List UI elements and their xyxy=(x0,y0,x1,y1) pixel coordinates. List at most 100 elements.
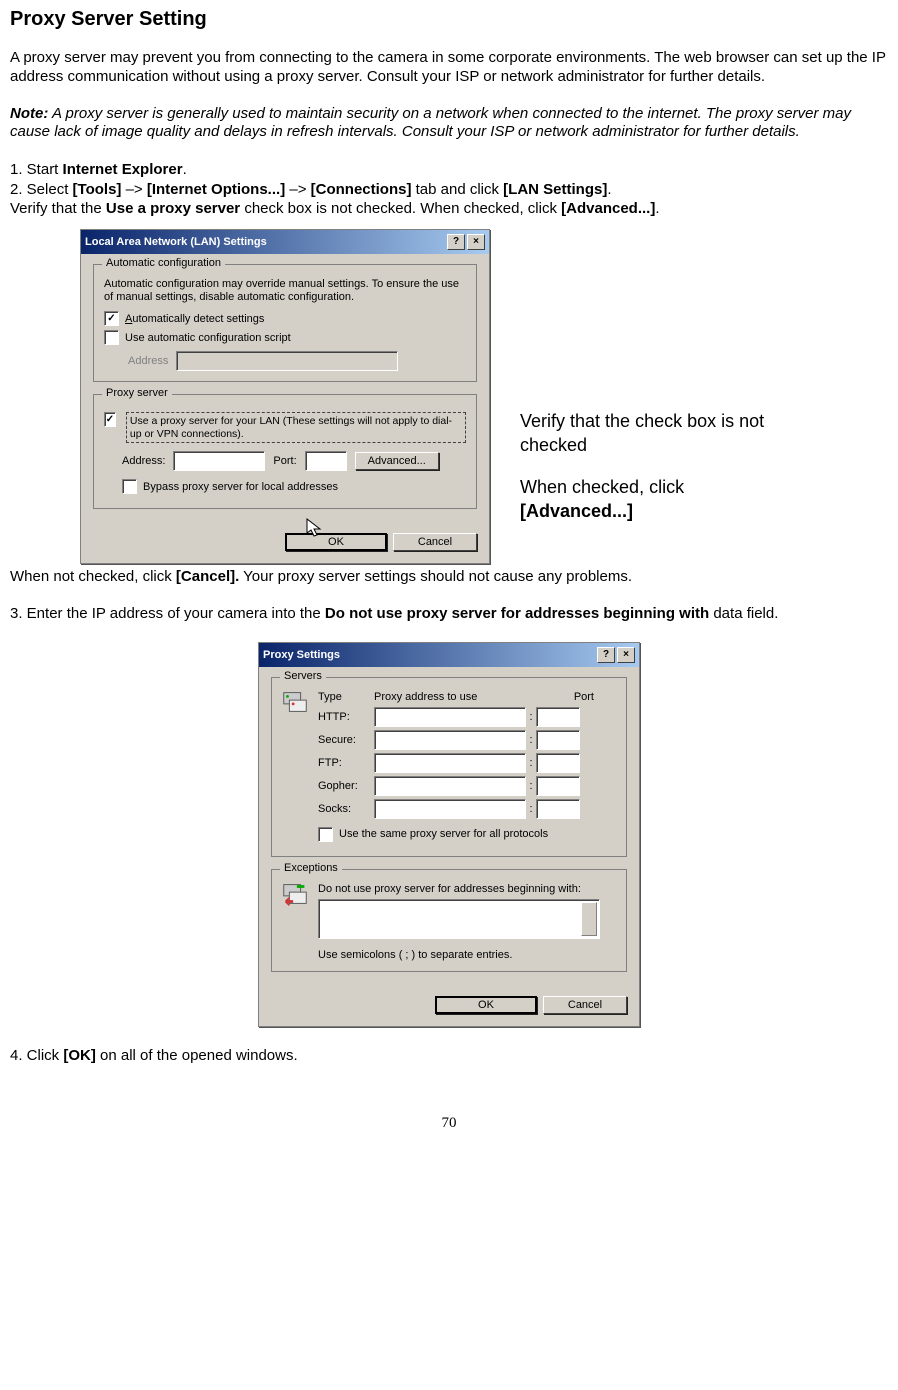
secure-address-input[interactable] xyxy=(374,730,526,750)
ok-button[interactable]: OK xyxy=(285,533,387,551)
step-2: 2. Select [Tools] –> [Internet Options..… xyxy=(10,180,888,200)
server-row-ftp: FTP: : xyxy=(318,753,616,773)
callout-2-b: [Advanced...] xyxy=(520,501,633,521)
step-4-a: 4. Click xyxy=(10,1047,63,1064)
step-4: 4. Click [OK] on all of the opened windo… xyxy=(10,1047,888,1066)
server-row-http: HTTP: : xyxy=(318,707,616,727)
callout-2: When checked, click [Advanced...] xyxy=(520,475,810,524)
step-2-verify: Verify that the Use a proxy server check… xyxy=(10,199,888,219)
step-2-b2: [Internet Options...] xyxy=(147,181,285,198)
help-button-2[interactable]: ? xyxy=(597,647,615,663)
cancel-button-2[interactable]: Cancel xyxy=(543,996,627,1014)
ftp-address-input[interactable] xyxy=(374,753,526,773)
socks-address-input[interactable] xyxy=(374,799,526,819)
exceptions-note: Use semicolons ( ; ) to separate entries… xyxy=(318,949,616,961)
close-button[interactable]: × xyxy=(467,234,485,250)
proxy-server-legend: Proxy server xyxy=(102,387,172,399)
step-2-c2: –> xyxy=(285,181,310,198)
dialog-titlebar: Local Area Network (LAN) Settings ? × xyxy=(81,230,489,254)
step-2-c3: tab and click xyxy=(411,181,503,198)
steps-block: 1. Start Internet Explorer. 2. Select [T… xyxy=(10,160,888,219)
step-1-pre: 1. Start xyxy=(10,161,63,178)
help-button[interactable]: ? xyxy=(447,234,465,250)
server-row-secure: Secure: : xyxy=(318,730,616,750)
head-port: Port xyxy=(544,691,594,703)
intro-paragraph: A proxy server may prevent you from conn… xyxy=(10,49,888,87)
note-body: A proxy server is generally used to main… xyxy=(10,105,851,141)
lan-settings-dialog: Local Area Network (LAN) Settings ? × Au… xyxy=(80,229,490,565)
after1-a: When not checked, click xyxy=(10,568,176,585)
step-2-c1: –> xyxy=(121,181,146,198)
cursor-icon xyxy=(305,517,325,539)
server-label-ftp: FTP: xyxy=(318,757,374,769)
secure-port-input[interactable] xyxy=(536,730,580,750)
dialog-title: Local Area Network (LAN) Settings xyxy=(85,236,445,248)
server-label-socks: Socks: xyxy=(318,803,374,815)
figure-1-callouts: Verify that the check box is not checked… xyxy=(520,409,810,524)
step-2-b3: [Connections] xyxy=(311,181,412,198)
autodetect-label: AAutomatically detect settingsutomatical… xyxy=(125,313,264,325)
exceptions-textarea[interactable] xyxy=(318,899,600,939)
after-fig1-text: When not checked, click [Cancel]. Your p… xyxy=(10,568,888,587)
proxy-settings-dialog: Proxy Settings ? × Servers Type Proxy ad… xyxy=(258,642,640,1027)
proxy-address-label: Address: xyxy=(122,455,165,467)
step-2v-c: check box is not checked. When checked, … xyxy=(240,200,561,217)
step-4-b: [OK] xyxy=(63,1047,96,1064)
step-3-a: 3. Enter the IP address of your camera i… xyxy=(10,605,325,622)
ftp-port-input[interactable] xyxy=(536,753,580,773)
bypass-local-label: Bypass proxy server for local addresses xyxy=(143,481,338,493)
close-button-2[interactable]: × xyxy=(617,647,635,663)
http-port-input[interactable] xyxy=(536,707,580,727)
figure-1-wrap: Local Area Network (LAN) Settings ? × Au… xyxy=(10,229,888,565)
step-1-post: . xyxy=(183,161,187,178)
exceptions-group: Exceptions Do not use proxy server for a… xyxy=(271,869,627,972)
exceptions-legend: Exceptions xyxy=(280,862,342,874)
head-addr: Proxy address to use xyxy=(374,691,544,703)
same-proxy-checkbox[interactable] xyxy=(318,827,333,842)
autoscript-address-input xyxy=(176,351,398,371)
server-row-gopher: Gopher: : xyxy=(318,776,616,796)
gopher-port-input[interactable] xyxy=(536,776,580,796)
step-4-c: on all of the opened windows. xyxy=(96,1047,298,1064)
step-2-b1: [Tools] xyxy=(73,181,122,198)
server-label-gopher: Gopher: xyxy=(318,780,374,792)
proxy-port-label: Port: xyxy=(273,455,296,467)
socks-port-input[interactable] xyxy=(536,799,580,819)
servers-icon xyxy=(280,687,310,717)
address-label: Address xyxy=(128,355,168,367)
step-2v-d: [Advanced...] xyxy=(561,200,655,217)
same-proxy-label: Use the same proxy server for all protoc… xyxy=(339,828,548,840)
autoscript-checkbox[interactable] xyxy=(104,330,119,345)
proxy-port-input[interactable] xyxy=(305,451,347,471)
step-1: 1. Start Internet Explorer. xyxy=(10,160,888,180)
bypass-local-checkbox[interactable] xyxy=(122,479,137,494)
server-row-socks: Socks: : xyxy=(318,799,616,819)
ok-button-2[interactable]: OK xyxy=(435,996,537,1014)
use-proxy-label: Use a proxy server for your LAN (These s… xyxy=(126,412,466,443)
dialog-title-2: Proxy Settings xyxy=(263,649,595,661)
http-address-input[interactable] xyxy=(374,707,526,727)
proxy-address-input[interactable] xyxy=(173,451,265,471)
exceptions-icon xyxy=(280,879,310,909)
exceptions-label: Do not use proxy server for addresses be… xyxy=(318,883,616,895)
cancel-button[interactable]: Cancel xyxy=(393,533,477,551)
autoscript-label: Use automatic configuration script xyxy=(125,332,291,344)
server-label-http: HTTP: xyxy=(318,711,374,723)
use-proxy-checkbox[interactable] xyxy=(104,412,116,427)
callout-1: Verify that the check box is not checked xyxy=(520,409,810,458)
step-3: 3. Enter the IP address of your camera i… xyxy=(10,605,888,624)
step-3-c: data field. xyxy=(709,605,778,622)
figure-2-wrap: Proxy Settings ? × Servers Type Proxy ad… xyxy=(10,642,888,1027)
page-title: Proxy Server Setting xyxy=(10,8,888,31)
note-label: Note: xyxy=(10,105,48,122)
server-label-secure: Secure: xyxy=(318,734,374,746)
proxy-server-group: Proxy server Use a proxy server for your… xyxy=(93,394,477,509)
gopher-address-input[interactable] xyxy=(374,776,526,796)
after1-b: [Cancel]. xyxy=(176,568,239,585)
servers-group: Servers Type Proxy address to use Port H… xyxy=(271,677,627,857)
advanced-button[interactable]: Advanced... xyxy=(355,452,439,470)
step-2v-e: . xyxy=(655,200,659,217)
after1-c: Your proxy server settings should not ca… xyxy=(239,568,632,585)
dialog-titlebar-2: Proxy Settings ? × xyxy=(259,643,639,667)
autodetect-checkbox[interactable] xyxy=(104,311,119,326)
